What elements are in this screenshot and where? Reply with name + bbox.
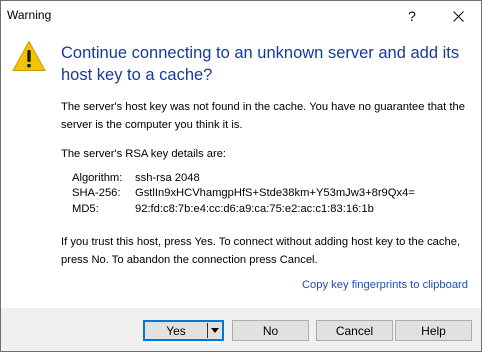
detail-value: ssh-rsa 2048	[135, 172, 200, 184]
split-separator	[207, 323, 208, 338]
yes-button-label: Yes	[166, 323, 186, 338]
detail-row-algorithm: Algorithm: ssh-rsa 2048	[72, 171, 415, 186]
detail-key: SHA-256:	[72, 187, 121, 200]
cancel-button[interactable]: Cancel	[316, 320, 393, 341]
window-title: Warning	[7, 8, 52, 22]
close-icon	[452, 10, 464, 22]
dropdown-arrow-icon[interactable]	[211, 328, 219, 333]
instructions-text: If you trust this host, press Yes. To co…	[61, 236, 461, 266]
help-glyph: ?	[408, 8, 416, 24]
dialog-heading: Continue connecting to an unknown server…	[61, 44, 460, 84]
warning-icon	[12, 41, 46, 71]
warning-dialog: Warning ? Continue connecting to an unkn…	[0, 0, 482, 352]
key-details-intro: The server's RSA key details are:	[61, 148, 227, 160]
key-details: Algorithm: ssh-rsa 2048 SHA-256: GstlIn9…	[72, 171, 415, 217]
yes-button[interactable]: Yes	[143, 320, 224, 341]
help-title-button[interactable]: ?	[389, 1, 435, 31]
detail-value: GstlIn9xHCVhamgpHfS+Stde38km+Y53mJw3+8r9…	[135, 187, 415, 200]
no-button[interactable]: No	[232, 320, 309, 341]
title-bar: Warning ?	[1, 1, 481, 31]
detail-row-md5: MD5: 92:fd:c8:7b:e4:cc:d6:a9:ca:75:e2:ac…	[72, 202, 415, 217]
copy-fingerprints-link[interactable]: Copy key fingerprints to clipboard	[302, 279, 468, 291]
close-button[interactable]	[435, 1, 481, 31]
host-key-warning-text: The server's host key was not found in t…	[61, 101, 465, 131]
help-button[interactable]: Help	[395, 320, 472, 341]
button-bar: Yes No Cancel Help	[1, 308, 481, 351]
detail-key: MD5:	[72, 202, 99, 215]
detail-key: Algorithm:	[72, 172, 123, 184]
detail-row-sha256: SHA-256: GstlIn9xHCVhamgpHfS+Stde38km+Y5…	[72, 186, 415, 201]
detail-value: 92:fd:c8:7b:e4:cc:d6:a9:ca:75:e2:ac:c1:8…	[135, 202, 374, 215]
